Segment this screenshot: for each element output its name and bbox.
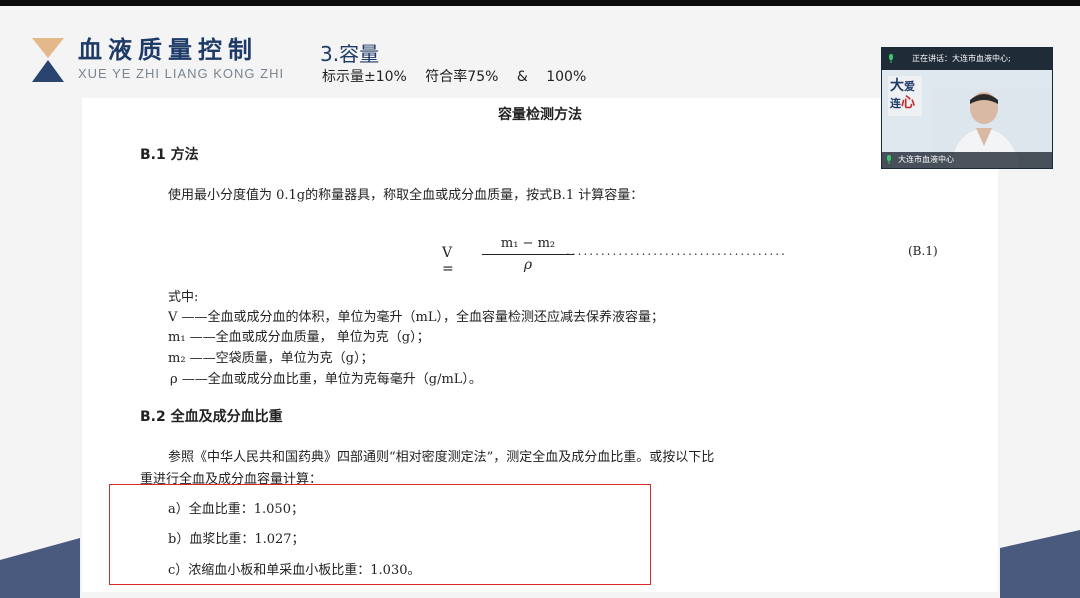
hourglass-logo-icon — [32, 38, 64, 82]
formula-denominator: ρ — [523, 257, 533, 273]
microphone-icon — [889, 54, 893, 63]
participant-bar: 大连市血液中心 — [882, 152, 1052, 168]
where-item: m₂ ——空袋质量，单位为克（g）； — [168, 351, 374, 366]
b1-text: 使用最小分度值为 0.1g的称量器具，称取全血或成分血质量，按式B.1 计算容量… — [168, 188, 644, 203]
list-item: b）血浆比重：1.027； — [168, 532, 305, 547]
section-subtitle: 标示量±10% 符合率75% & 100% — [322, 69, 587, 85]
video-thumbnail[interactable]: 正在讲话：大连市血液中心; 大爱 连心 大连市血液中心 — [881, 47, 1053, 169]
brand: 血液质量控制 XUE YE ZHI LIANG KONG ZHI — [78, 36, 284, 81]
section-title: 3.容量 — [320, 42, 380, 66]
list-item: c）浓缩血小板和单采血小板比重：1.030。 — [168, 563, 421, 578]
formula-lhs: V = — [442, 245, 454, 277]
where-item: m₁ ——全血或成分血质量， 单位为克（g）； — [168, 330, 430, 345]
where-item: V ——全血或成分血的体积，单位为毫升（mL），全血容量检测还应减去保养液容量； — [168, 310, 664, 325]
brand-pinyin: XUE YE ZHI LIANG KONG ZHI — [78, 66, 285, 81]
formula-dots: ...................................... — [566, 244, 787, 258]
brand-title: 血液质量控制 — [78, 36, 258, 64]
where-item: ρ ——全血或成分血比重，单位为克每毫升（g/mL）。 — [170, 372, 482, 387]
formula-equation-number: (B.1) — [908, 244, 938, 258]
formula-numerator: m₁ − m₂ — [500, 236, 556, 251]
formula-fraction: m₁ − m₂ ρ — [482, 236, 574, 273]
b1-heading: B.1 方法 — [140, 147, 199, 163]
participant-label: 大连市血液中心 — [898, 155, 954, 164]
b2-heading: B.2 全血及成分血比重 — [140, 409, 283, 425]
where-label: 式中: — [168, 290, 199, 305]
top-bar — [0, 0, 1080, 6]
list-item: a）全血比重：1.050； — [168, 502, 304, 517]
document-title: 容量检测方法 — [498, 107, 582, 123]
speaker-label: 正在讲话：大连市血液中心; — [912, 54, 1011, 63]
b2-text-line1: 参照《中华人民共和国药典》四部通则“相对密度测定法”，测定全血及成分血比重。或按… — [168, 450, 715, 465]
microphone-icon — [887, 155, 891, 164]
speaker-bar: 正在讲话：大连市血液中心; — [882, 48, 1052, 70]
poster-text: 大爱 连心 — [890, 78, 915, 111]
document-page: 容量检测方法 B.1 方法 使用最小分度值为 0.1g的称量器具，称取全血或成分… — [82, 98, 998, 592]
